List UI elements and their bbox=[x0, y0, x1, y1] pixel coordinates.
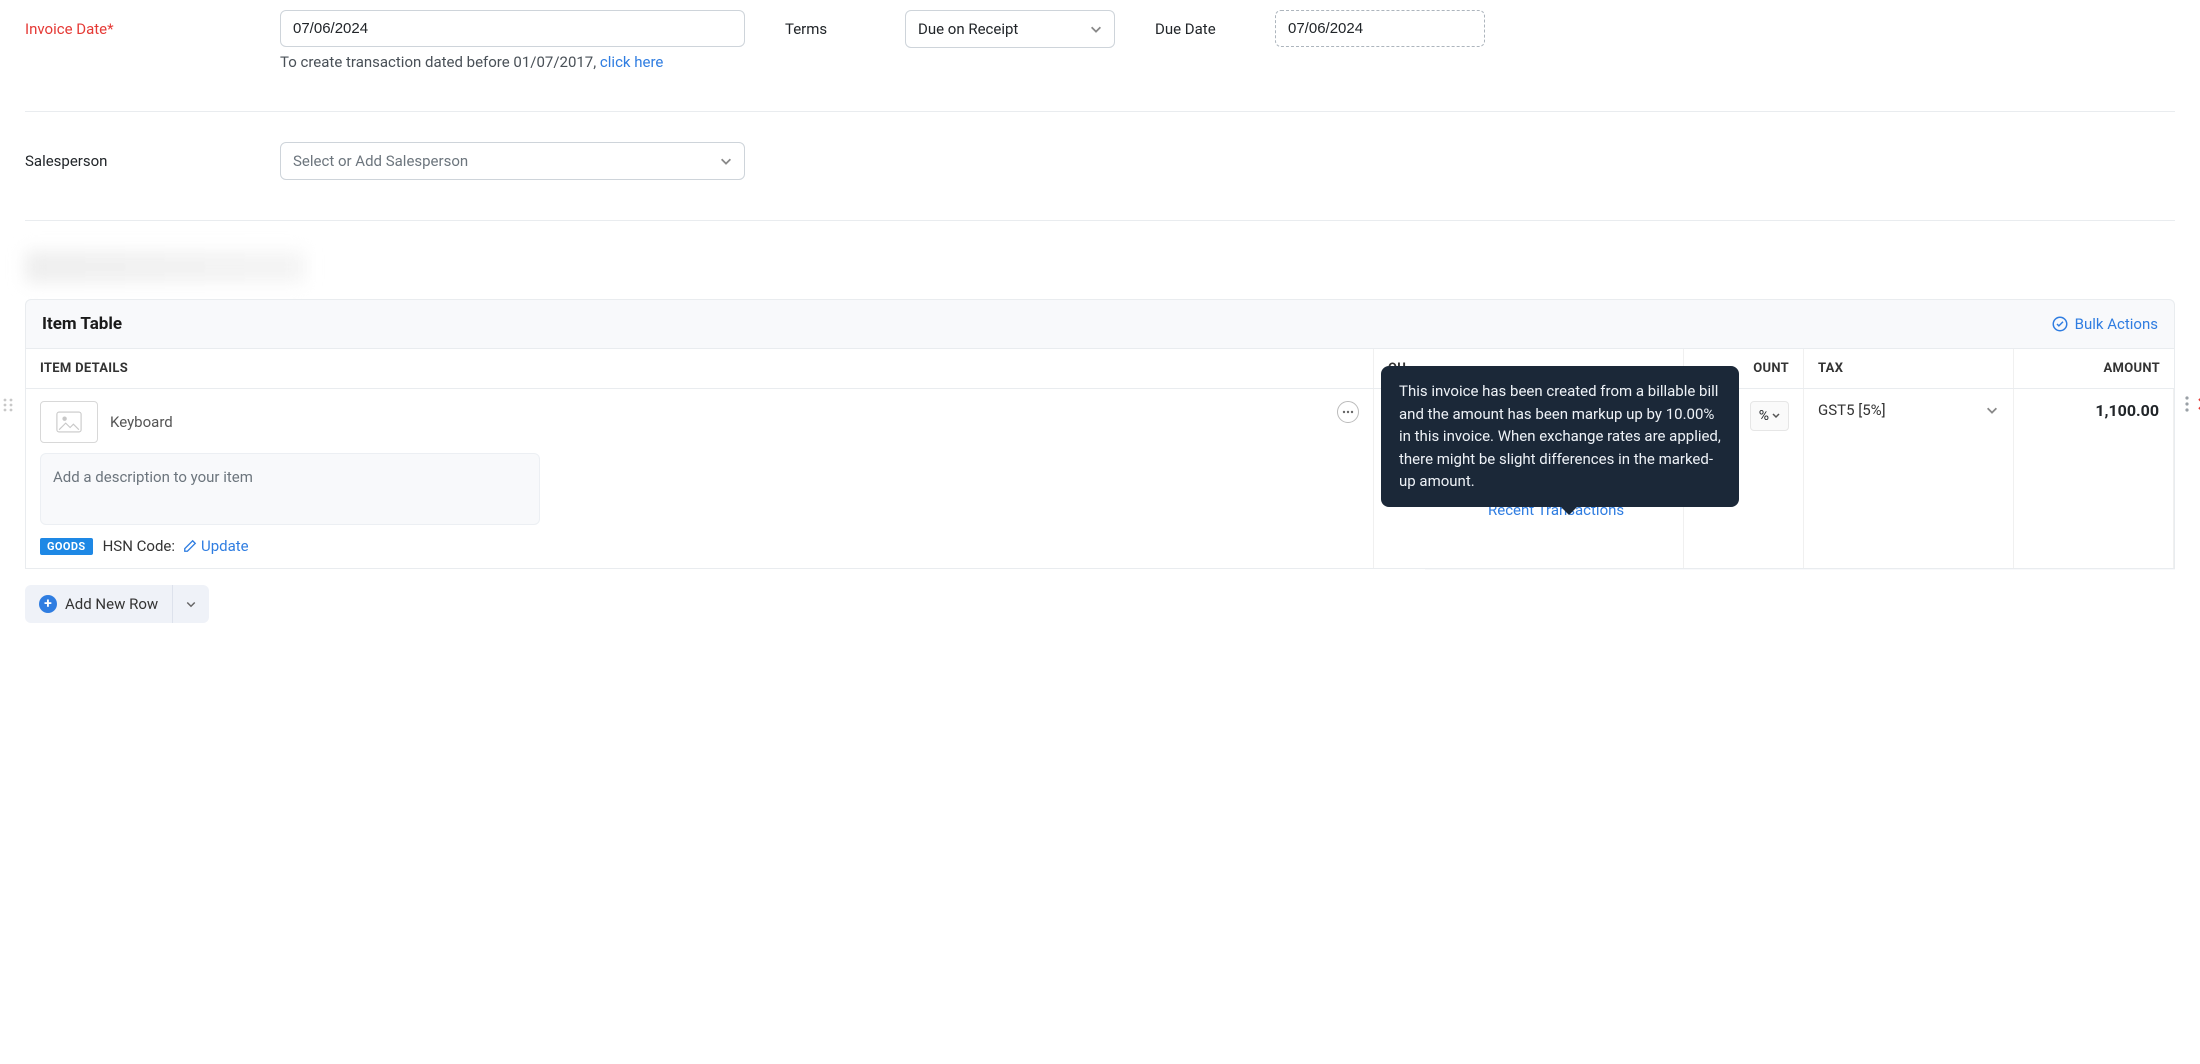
terms-select[interactable]: Due on Receipt bbox=[905, 10, 1115, 48]
bulk-actions-label: Bulk Actions bbox=[2075, 315, 2158, 333]
old-date-hint: To create transaction dated before 01/07… bbox=[280, 53, 745, 71]
discount-unit-label: % bbox=[1759, 408, 1769, 424]
markup-tooltip: This invoice has been created from a bil… bbox=[1381, 366, 1739, 507]
caret-down-icon bbox=[1772, 413, 1780, 419]
item-name[interactable]: Keyboard bbox=[40, 401, 173, 443]
add-new-row-label: Add New Row bbox=[65, 595, 158, 613]
tax-value: GST5 [5%] bbox=[1818, 401, 1886, 419]
due-date-label: Due Date bbox=[1155, 10, 1275, 38]
bulk-actions-link[interactable]: Bulk Actions bbox=[2051, 315, 2158, 333]
divider bbox=[25, 220, 2175, 221]
ellipsis-icon bbox=[1342, 410, 1354, 414]
divider bbox=[25, 111, 2175, 112]
hsn-label: HSN Code: bbox=[103, 537, 175, 555]
row-amount: 1,100.00 bbox=[2028, 401, 2159, 420]
tax-select[interactable]: GST5 [5%] bbox=[1818, 401, 1999, 419]
goods-badge: GOODS bbox=[40, 538, 93, 555]
terms-label: Terms bbox=[785, 10, 905, 38]
salesperson-label: Salesperson bbox=[25, 142, 280, 170]
hint-text: To create transaction dated before 01/07… bbox=[280, 53, 600, 71]
add-new-row-button[interactable]: + Add New Row bbox=[25, 585, 173, 623]
column-amount: AMOUNT bbox=[2014, 349, 2174, 388]
salesperson-select[interactable]: Select or Add Salesperson bbox=[280, 142, 745, 180]
hsn-update-link[interactable]: Update bbox=[201, 537, 249, 555]
row-more-button[interactable] bbox=[2184, 395, 2190, 413]
delete-row-button[interactable] bbox=[2196, 396, 2200, 412]
chevron-down-icon bbox=[1985, 403, 1999, 417]
item-table-title: Item Table bbox=[42, 314, 122, 334]
column-tax: TAX bbox=[1804, 349, 2014, 388]
drag-handle-icon[interactable] bbox=[2, 397, 14, 413]
plus-circle-icon: + bbox=[39, 595, 57, 613]
click-here-link[interactable]: click here bbox=[600, 53, 663, 71]
blurred-content bbox=[25, 251, 305, 283]
pencil-icon bbox=[183, 539, 197, 553]
add-new-row-dropdown[interactable] bbox=[173, 585, 209, 623]
check-circle-icon bbox=[2051, 315, 2069, 333]
table-row: Keyboard Add a description to your item … bbox=[25, 389, 2175, 569]
column-item-details: ITEM DETAILS bbox=[26, 349, 1374, 388]
due-date-input[interactable] bbox=[1275, 10, 1485, 47]
item-more-button[interactable] bbox=[1337, 401, 1359, 423]
ellipsis-vertical-icon bbox=[2184, 395, 2190, 413]
image-placeholder-icon[interactable] bbox=[40, 401, 98, 443]
invoice-date-input[interactable] bbox=[280, 10, 745, 47]
invoice-date-label: Invoice Date* bbox=[25, 10, 280, 38]
discount-unit-toggle[interactable]: % bbox=[1750, 401, 1789, 431]
item-description-input[interactable]: Add a description to your item bbox=[40, 453, 540, 525]
item-name-text: Keyboard bbox=[110, 413, 173, 431]
close-icon bbox=[2196, 396, 2200, 412]
chevron-down-icon bbox=[185, 598, 197, 610]
